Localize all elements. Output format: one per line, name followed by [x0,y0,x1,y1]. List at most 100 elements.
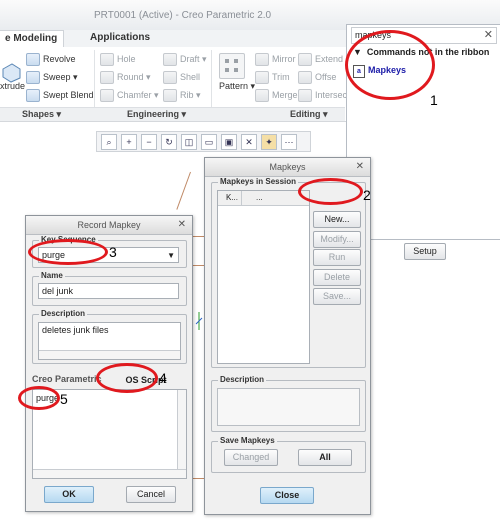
setup-button[interactable]: Setup [404,243,446,260]
cancel-button[interactable]: Cancel [126,486,176,503]
mirror-label: Mirror [272,53,296,64]
group-engineering[interactable]: Engineering ▾ [127,109,186,120]
record-dialog-title: Record Mapkey [26,216,192,235]
annotation-number-4: 4 [159,370,167,386]
annotation-oval-3 [28,239,108,265]
coordinate-axis-icon [195,310,203,334]
mapkeys-description-legend: Description [218,375,267,384]
new-mapkey-button[interactable]: New... [313,211,361,228]
repaint-icon[interactable]: ↻ [161,134,177,150]
group-shapes[interactable]: Shapes ▾ [22,109,61,120]
trim-icon [255,71,269,84]
spin-center-icon[interactable]: ✦ [261,134,277,150]
shell-label: Shell [180,71,201,82]
save-mapkeys-group: Save Mapkeys Changed All [211,436,366,473]
col-divider [241,191,242,205]
revolve-button[interactable]: Revolve [26,53,76,66]
round-label: Round [117,71,144,82]
hole-label: Hole [117,53,136,64]
vertical-scrollbar[interactable] [177,390,186,470]
rib-button[interactable]: Rib ▾ [163,89,201,102]
extrude-icon[interactable] [0,61,22,83]
col-key[interactable]: K... [226,193,238,202]
offset-button[interactable]: Offse [298,71,336,84]
col-name[interactable]: ... [256,193,263,202]
horizontal-scrollbar[interactable] [33,469,186,478]
name-value: del junk [42,286,74,296]
mapkeys-description-group: Description [211,375,366,432]
graphics-toolbar: ⌕ + − ↻ ◫ ▭ ▣ ✕ ✦ ⋯ [96,131,311,152]
pattern-text: Pattern [219,81,249,91]
round-button[interactable]: Round ▾ [100,71,151,84]
description-group: Description deletes junk files [32,309,187,364]
mapkeys-list-header: K... ... [218,191,309,206]
offset-icon [298,71,312,84]
round-icon [100,71,114,84]
hole-icon [100,53,114,66]
saved-views-icon[interactable]: ▭ [201,134,217,150]
mirror-icon [255,53,269,66]
clear-search-icon[interactable]: ✕ [484,28,493,41]
description-field[interactable]: deletes junk files [38,322,181,360]
merge-icon [255,89,269,102]
group-engineering-label: Engineering [127,109,180,119]
group-shapes-label: Shapes [22,109,55,119]
name-field[interactable]: del junk [38,283,179,299]
draft-button[interactable]: Draft ▾ [163,53,207,66]
annotation-oval-1 [345,30,435,100]
description-legend: Description [39,309,88,318]
close-button[interactable]: Close [260,487,314,504]
rib-icon [163,89,177,102]
annotation-number-5: 5 [60,391,68,407]
chamfer-label: Chamfer [117,89,152,100]
refit-icon[interactable]: ⌕ [101,134,117,150]
swept-blend-button[interactable]: Swept Blend [26,89,94,102]
merge-label: Merge [272,89,298,100]
annotation-number-3: 3 [109,244,117,260]
ribbon-group-bar: Shapes ▾ Engineering ▾ Editing ▾ [0,107,345,121]
merge-button[interactable]: Merge [255,89,298,102]
tab-applications[interactable]: Applications [84,30,156,46]
tab-modeling[interactable]: e Modeling [0,30,65,47]
extrude-label[interactable]: xtrude [0,81,25,91]
display-style-icon[interactable]: ◫ [181,134,197,150]
close-icon[interactable]: ✕ [178,219,186,230]
datum-display-icon[interactable]: ✕ [241,134,257,150]
mirror-button[interactable]: Mirror [255,53,296,66]
annotation-display-icon[interactable]: ⋯ [281,134,297,150]
swept-blend-icon [26,89,40,102]
draft-label: Draft [180,53,200,64]
save-button[interactable]: Save... [313,288,361,305]
trim-label: Trim [272,71,290,82]
save-all-button[interactable]: All [298,449,352,466]
ok-button[interactable]: OK [44,486,94,503]
intersect-icon [298,89,312,102]
save-changed-button[interactable]: Changed [224,449,278,466]
delete-button[interactable]: Delete [313,269,361,286]
name-group: Name del junk [32,271,187,306]
modify-button[interactable]: Modify... [313,231,361,248]
shell-icon [163,71,177,84]
description-value: deletes junk files [42,325,109,335]
horizontal-scrollbar[interactable] [39,350,180,359]
sweep-button[interactable]: Sweep ▾ [26,71,78,84]
hole-button[interactable]: Hole [100,53,136,66]
group-editing[interactable]: Editing ▾ [290,109,328,120]
close-icon[interactable]: ✕ [356,161,364,172]
chamfer-button[interactable]: Chamfer ▾ [100,89,159,102]
intersect-button[interactable]: Intersect [298,89,350,102]
trim-button[interactable]: Trim [255,71,290,84]
offset-label: Offse [315,71,337,82]
chevron-down-icon[interactable]: ▼ [167,248,175,263]
zoom-out-icon[interactable]: − [141,134,157,150]
annotation-oval-5 [18,386,60,410]
run-button[interactable]: Run [313,249,361,266]
view-manager-icon[interactable]: ▣ [221,134,237,150]
pattern-icon[interactable] [219,53,245,79]
mapkeys-list[interactable]: K... ... [217,190,310,364]
shell-button[interactable]: Shell [163,71,200,84]
sweep-icon [26,71,40,84]
extend-button[interactable]: Extend [298,53,343,66]
pattern-label[interactable]: Pattern ▾ [219,81,255,92]
zoom-in-icon[interactable]: + [121,134,137,150]
